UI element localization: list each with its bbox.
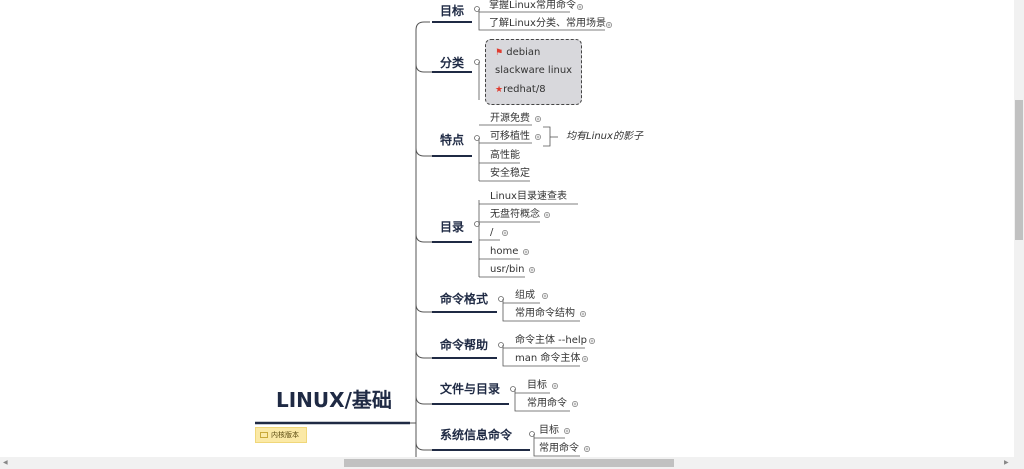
leaf-features-3[interactable]: 高性能 xyxy=(490,150,520,162)
leaf-features-2[interactable]: 可移植性 xyxy=(490,131,530,143)
branch-connectors xyxy=(415,63,432,451)
leaf-goal-1[interactable]: 掌握Linux常用命令 xyxy=(489,0,576,12)
vertical-scrollbar[interactable] xyxy=(1014,0,1024,457)
leaf-category-1[interactable]: ⚑ debian xyxy=(495,47,540,59)
flag-icon: ⚑ xyxy=(495,48,504,58)
scroll-left-icon[interactable]: ◀ xyxy=(3,457,8,469)
vertical-scrollbar-thumb[interactable] xyxy=(1015,100,1023,240)
leaf-cmd-format-1[interactable]: 组成 xyxy=(515,290,535,302)
leaf-features-4[interactable]: 安全稳定 xyxy=(490,168,530,180)
branch-files[interactable]: 文件与目录 xyxy=(440,382,500,396)
branch-cmd-format[interactable]: 命令格式 xyxy=(440,292,488,306)
star-icon: ★ xyxy=(495,85,504,95)
leaf-sysinfo-2[interactable]: 常用命令 xyxy=(539,443,579,455)
scroll-right-icon[interactable]: ▶ xyxy=(1004,457,1009,469)
leaf-cmd-format-2[interactable]: 常用命令结构 xyxy=(515,308,575,320)
branch-features[interactable]: 特点 xyxy=(440,133,464,147)
branch-cmd-help[interactable]: 命令帮助 xyxy=(440,338,488,352)
leaf-category-3[interactable]: ★redhat/8 xyxy=(495,84,546,96)
leaf-features-1[interactable]: 开源免费 xyxy=(490,113,530,125)
note-icon xyxy=(260,432,268,438)
branch-directory[interactable]: 目录 xyxy=(440,220,464,234)
root-title[interactable]: LINUX/基础 xyxy=(276,388,392,412)
root-tag[interactable]: 内核版本 xyxy=(255,427,307,443)
leaf-category-2[interactable]: slackware linux xyxy=(495,65,572,77)
leaf-files-2[interactable]: 常用命令 xyxy=(527,398,567,410)
root-tag-label: 内核版本 xyxy=(271,431,299,439)
features-summary-note[interactable]: 均有Linux的影子 xyxy=(566,131,643,143)
leaf-category-1-label: debian xyxy=(506,47,541,58)
leaf-files-1[interactable]: 目标 xyxy=(527,380,547,392)
horizontal-scrollbar[interactable]: ◀ ▶ xyxy=(0,457,1024,469)
leaf-cmd-help-2[interactable]: man 命令主体 xyxy=(515,353,580,365)
leaf-category-3-label: redhat/8 xyxy=(503,84,546,95)
leaf-directory-4[interactable]: home xyxy=(490,246,518,258)
branch-category[interactable]: 分类 xyxy=(440,56,464,70)
leaf-goal-2[interactable]: 了解Linux分类、常用场景 xyxy=(489,18,606,30)
leaf-directory-5[interactable]: usr/bin xyxy=(490,264,525,276)
leaf-directory-3[interactable]: / xyxy=(490,227,493,239)
branch-goal[interactable]: 目标 xyxy=(440,4,464,18)
leaf-cmd-help-1[interactable]: 命令主体 --help xyxy=(515,335,587,347)
leaf-directory-2[interactable]: 无盘符概念 xyxy=(490,209,540,221)
branch-sysinfo[interactable]: 系统信息命令 xyxy=(440,428,512,442)
horizontal-scrollbar-thumb[interactable] xyxy=(344,459,674,467)
leaf-directory-1[interactable]: Linux目录速查表 xyxy=(490,191,567,203)
trunk-connector xyxy=(410,21,430,424)
leaf-sysinfo-1[interactable]: 目标 xyxy=(539,425,559,437)
